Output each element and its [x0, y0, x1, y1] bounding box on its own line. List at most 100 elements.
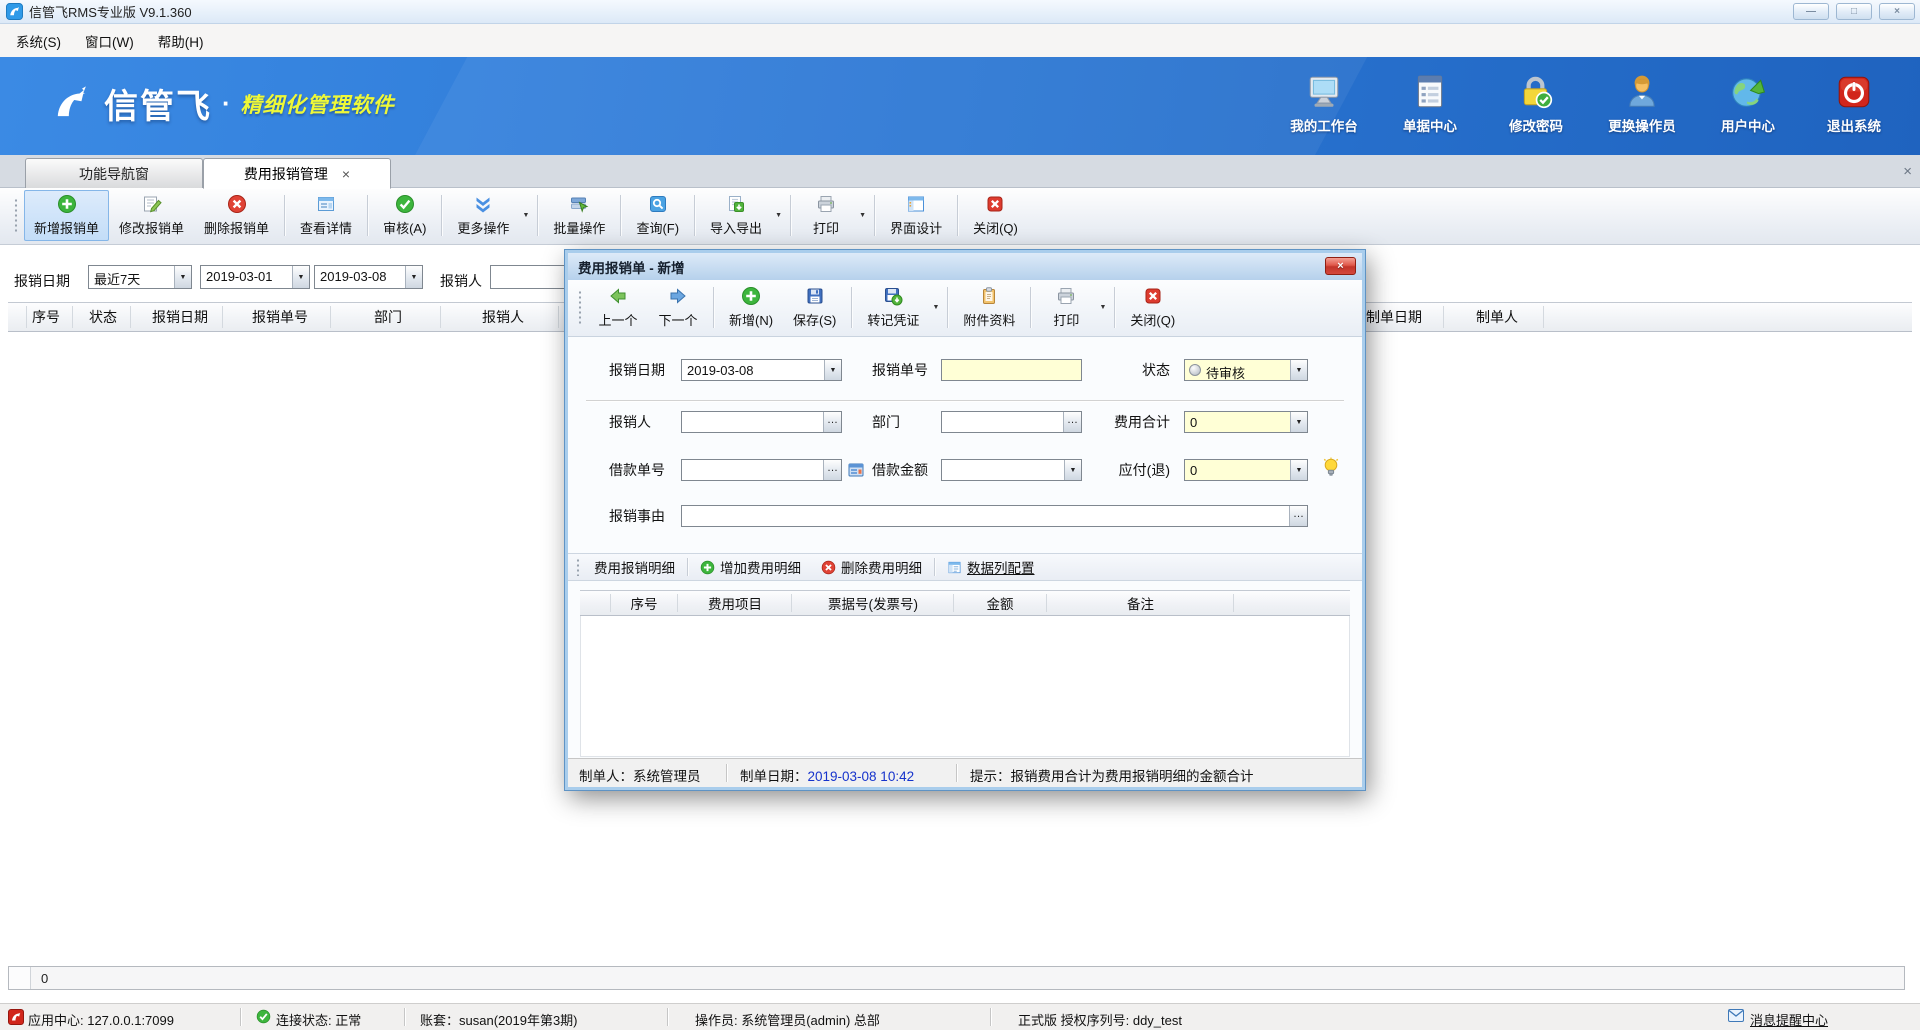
person-input[interactable]: [682, 412, 823, 432]
detail-grid-header[interactable]: 序号 费用项目 票据号(发票号) 金额 备注: [580, 590, 1350, 616]
ellipsis-lookup-icon[interactable]: [1289, 506, 1307, 526]
view-detail-button[interactable]: 查看详情: [290, 190, 362, 241]
import-export-button[interactable]: 导入导出: [700, 190, 772, 241]
quick-item-switch-operator[interactable]: 更换操作员: [1592, 73, 1692, 135]
delete-detail-button[interactable]: 删除费用明细: [811, 557, 932, 577]
chevron-down-icon[interactable]: [174, 266, 191, 288]
detail-column-header[interactable]: 序号: [614, 591, 674, 615]
date-to-combo[interactable]: 2019-03-08: [314, 265, 423, 289]
column-header[interactable]: 报销日期: [134, 303, 226, 331]
next-record-button[interactable]: 下一个: [648, 282, 708, 333]
reason-input[interactable]: [682, 506, 1289, 526]
column-header[interactable]: 制单人: [1447, 303, 1547, 331]
title-bar: 信管飞RMS专业版 V9.1.360 — □ ×: [0, 0, 1920, 24]
quick-item-document-center[interactable]: 单据中心: [1380, 73, 1480, 135]
column-header[interactable]: 部门: [334, 303, 442, 331]
column-config-button[interactable]: 数据列配置: [937, 557, 1045, 577]
button-label: 关闭(Q): [1130, 310, 1175, 329]
detail-column-header[interactable]: 票据号(发票号): [793, 591, 953, 615]
report-no-input[interactable]: [941, 359, 1082, 381]
post-voucher-dropdown-icon[interactable]: [929, 282, 942, 333]
close-button[interactable]: ×: [1879, 3, 1915, 20]
import-export-dropdown-icon[interactable]: [772, 190, 785, 241]
edit-voucher-button[interactable]: 修改报销单: [109, 190, 194, 241]
more-actions-button[interactable]: 更多操作: [447, 190, 519, 241]
loan-lookup-icon[interactable]: [848, 462, 864, 478]
tab-function-navigator[interactable]: 功能导航窗: [25, 158, 203, 188]
quick-item-user-center[interactable]: 用户中心: [1698, 73, 1798, 135]
dialog-close-q-button[interactable]: 关闭(Q): [1120, 282, 1185, 333]
add-detail-button[interactable]: 增加费用明细: [690, 557, 811, 577]
chevron-down-icon[interactable]: [405, 266, 422, 288]
detail-column-header[interactable]: 金额: [955, 591, 1045, 615]
date-from-combo[interactable]: 2019-03-01: [200, 265, 310, 289]
menu-window[interactable]: 窗口(W): [73, 26, 146, 56]
audit-button[interactable]: 审核(A): [373, 190, 436, 241]
message-center-link[interactable]: 消息提醒中心: [1750, 1010, 1828, 1029]
column-divider: [130, 306, 131, 328]
ellipsis-lookup-icon[interactable]: [823, 412, 841, 432]
department-input[interactable]: [942, 412, 1063, 432]
ellipsis-lookup-icon[interactable]: [823, 460, 841, 480]
dialog-title-bar[interactable]: 费用报销单 - 新增: [568, 253, 1362, 280]
attachment-button[interactable]: 附件资料: [953, 282, 1025, 333]
ui-design-button[interactable]: 界面设计: [880, 190, 952, 241]
menu-system[interactable]: 系统(S): [4, 26, 73, 56]
quick-item-exit-system[interactable]: 退出系统: [1804, 73, 1904, 135]
quick-item-change-password[interactable]: 修改密码: [1486, 73, 1586, 135]
dialog-close-button[interactable]: ×: [1325, 257, 1356, 275]
print-dropdown-icon[interactable]: [856, 190, 869, 241]
chevron-down-icon[interactable]: [1290, 412, 1307, 432]
button-label: 导入导出: [710, 218, 762, 237]
ellipsis-lookup-icon[interactable]: [1063, 412, 1081, 432]
more-actions-dropdown-icon[interactable]: [519, 190, 532, 241]
batch-icon: [569, 194, 589, 214]
chevron-down-icon[interactable]: [292, 266, 309, 288]
tab-expense-reimbursement[interactable]: 费用报销管理 ×: [203, 158, 391, 189]
button-label: 修改报销单: [119, 218, 184, 237]
total-combo[interactable]: 0: [1184, 411, 1308, 433]
detail-column-header[interactable]: 费用项目: [679, 591, 791, 615]
status-separator: [726, 764, 727, 782]
chevron-down-icon[interactable]: [824, 360, 841, 380]
column-header[interactable]: 报销单号: [226, 303, 334, 331]
payable-combo[interactable]: 0: [1184, 459, 1308, 481]
query-button[interactable]: 查询(F): [626, 190, 689, 241]
dialog-print-button[interactable]: 打印: [1036, 282, 1096, 333]
brand-name: 信管飞: [104, 79, 212, 128]
column-header[interactable]: 序号: [20, 303, 72, 331]
tab-close-icon[interactable]: ×: [342, 167, 350, 181]
chevron-down-icon[interactable]: [1064, 460, 1081, 480]
previous-record-button[interactable]: 上一个: [588, 282, 648, 333]
new-record-button[interactable]: 新增(N): [719, 282, 783, 333]
menu-help[interactable]: 帮助(H): [146, 26, 216, 56]
add-voucher-button[interactable]: 新增报销单: [24, 190, 109, 241]
loan-no-input[interactable]: [682, 460, 823, 480]
date-preset-combo[interactable]: 最近7天: [88, 265, 192, 289]
chevron-down-icon[interactable]: [1290, 460, 1307, 480]
loan-amount-combo[interactable]: [941, 459, 1082, 481]
reason-label: 报销事由: [609, 505, 665, 527]
dialog-print-dropdown-icon[interactable]: [1096, 282, 1109, 333]
report-date-combo[interactable]: 2019-03-08: [681, 359, 842, 381]
save-button[interactable]: 保存(S): [783, 282, 846, 333]
minimize-button[interactable]: —: [1793, 3, 1829, 20]
toolbar-separator: [713, 287, 714, 328]
quick-item-workbench[interactable]: 我的工作台: [1274, 73, 1374, 135]
expense-voucher-dialog: 费用报销单 - 新增 × 上一个 下一个 新增(N) 保存(S) 转记凭证: [565, 250, 1365, 790]
tabstrip-close-icon[interactable]: ×: [1903, 163, 1912, 180]
print-button[interactable]: 打印: [796, 190, 856, 241]
batch-actions-button[interactable]: 批量操作: [543, 190, 615, 241]
message-envelope-icon[interactable]: [1728, 1009, 1744, 1022]
hint-lightbulb-icon[interactable]: [1322, 457, 1340, 479]
restore-button[interactable]: □: [1836, 3, 1872, 20]
chevron-down-icon[interactable]: [1290, 360, 1307, 380]
post-voucher-button[interactable]: 转记凭证: [857, 282, 929, 333]
column-header[interactable]: 报销人: [444, 303, 562, 331]
close-tab-button[interactable]: 关闭(Q): [963, 190, 1028, 241]
delete-voucher-button[interactable]: 删除报销单: [194, 190, 279, 241]
detail-column-header[interactable]: 备注: [1048, 591, 1233, 615]
total-value: 0: [1185, 412, 1290, 432]
column-header[interactable]: 状态: [76, 303, 130, 331]
status-combo[interactable]: 待审核: [1184, 359, 1308, 381]
